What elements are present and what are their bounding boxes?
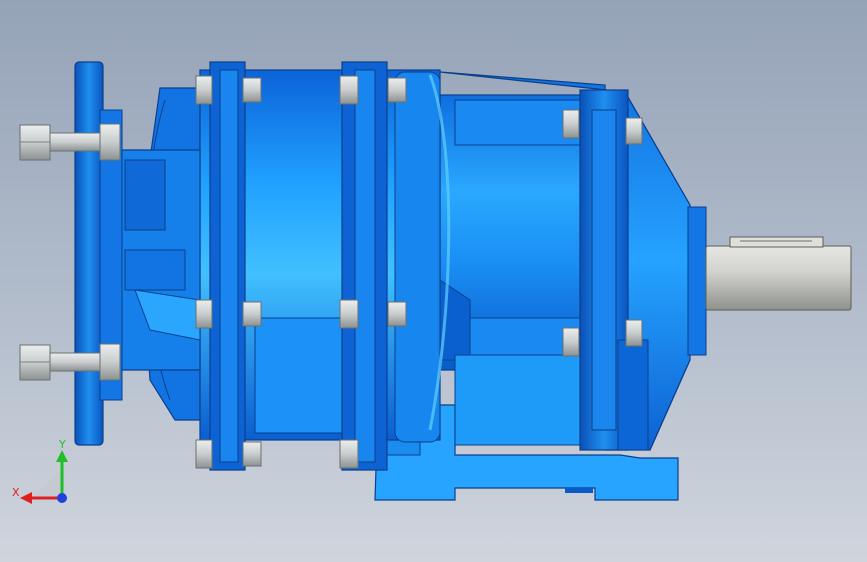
output-shaft bbox=[705, 236, 852, 311]
z-axis-dot bbox=[57, 493, 67, 503]
input-stud-bottom bbox=[19, 343, 121, 381]
y-axis-label: Y bbox=[58, 438, 66, 451]
input-flange bbox=[74, 61, 123, 446]
intermediate-housing bbox=[439, 94, 601, 446]
bolt bbox=[339, 439, 359, 469]
input-stud-top bbox=[19, 123, 121, 161]
x-axis-label: X bbox=[12, 486, 20, 499]
housing-flange-right bbox=[341, 61, 388, 471]
input-housing bbox=[117, 149, 201, 371]
cad-viewport[interactable]: Y X bbox=[0, 0, 867, 562]
gearbox-model[interactable] bbox=[0, 0, 867, 562]
housing-flange-left bbox=[209, 61, 246, 471]
axis-triad: Y X bbox=[12, 438, 68, 504]
